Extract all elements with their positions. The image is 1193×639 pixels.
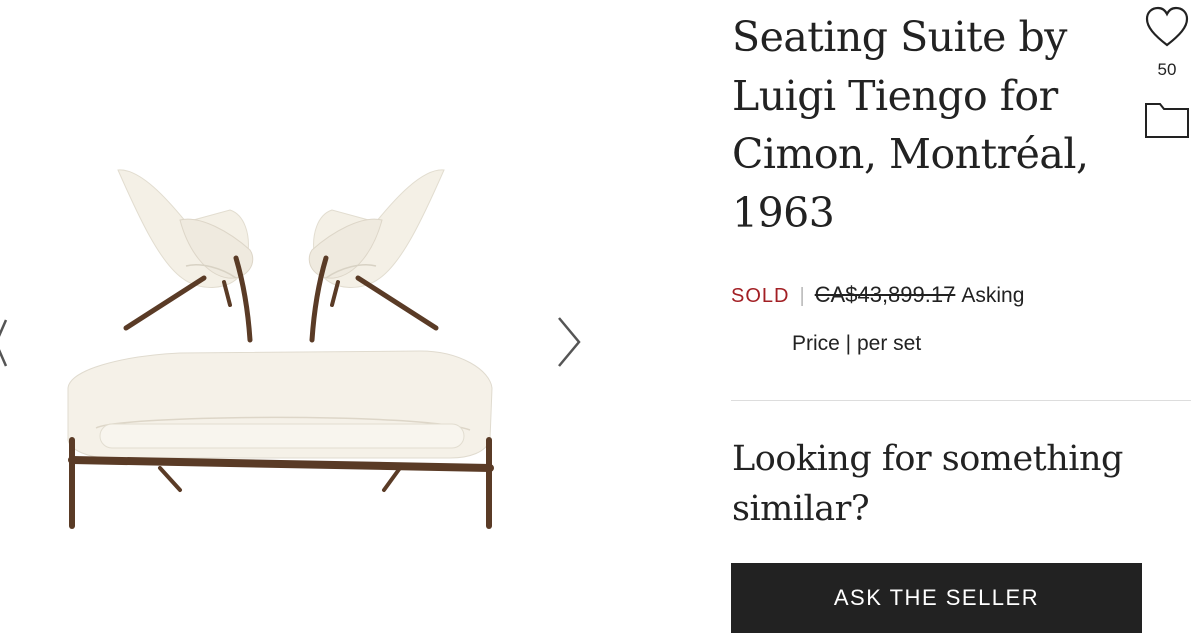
image-gallery <box>0 0 700 639</box>
divider <box>731 400 1191 401</box>
price-row: SOLD | CA$43,899.17 Asking <box>731 282 1024 308</box>
gallery-next-button[interactable] <box>555 316 583 373</box>
sofa <box>67 350 494 529</box>
right-armchair <box>308 169 445 343</box>
chevron-right-icon <box>558 317 581 367</box>
folder-icon <box>1145 103 1189 138</box>
similar-heading: Looking for something similar? <box>732 439 1123 529</box>
sold-badge: SOLD <box>731 285 790 307</box>
favorite-button[interactable] <box>1143 5 1191 54</box>
price-amount: CA$43,899.17 <box>814 282 956 307</box>
left-armchair <box>117 169 254 343</box>
price-label-asking: Asking <box>961 284 1025 307</box>
listing-title: Seating Suite by Luigi Tiengo for Cimon,… <box>732 13 1089 237</box>
product-image[interactable] <box>0 0 700 639</box>
save-to-folder-button[interactable] <box>1144 100 1190 145</box>
ask-seller-button[interactable]: ASK THE SELLER <box>731 563 1142 633</box>
favorite-count: 50 <box>1157 60 1177 79</box>
heart-icon <box>1145 6 1189 47</box>
price-separator: | <box>799 285 805 307</box>
price-label: Price | per set <box>792 332 922 355</box>
